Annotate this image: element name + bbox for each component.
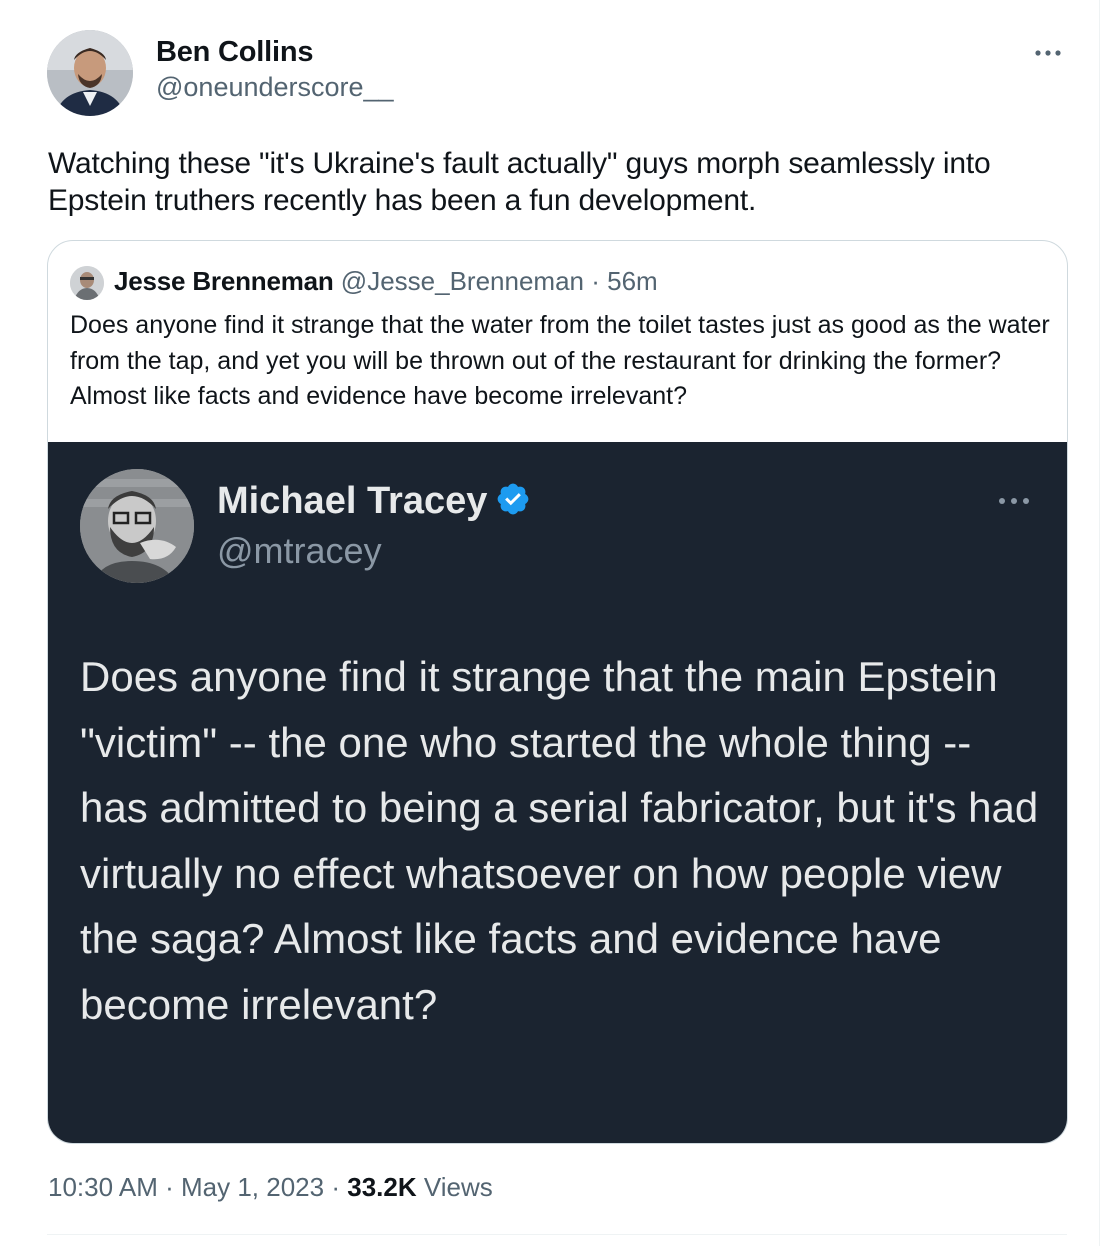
tweet-date[interactable]: May 1, 2023 — [181, 1172, 324, 1202]
screenshot-author-name: Michael Tracey — [217, 480, 531, 523]
author-avatar[interactable] — [47, 30, 133, 116]
quoted-author-handle[interactable]: @Jesse_Brenneman — [341, 266, 584, 296]
meta-separator: · — [165, 1172, 174, 1202]
screenshot-tweet-text: Does anyone find it strange that the mai… — [80, 653, 1039, 1028]
tweet-metadata: 10:30 AM · May 1, 2023 · 33.2K Views — [48, 1172, 493, 1203]
column-divider — [1099, 0, 1100, 1246]
author-handle[interactable]: @oneunderscore__ — [156, 72, 394, 103]
screenshot-author-avatar — [80, 469, 194, 583]
views-count[interactable]: 33.2K — [347, 1172, 416, 1202]
divider — [47, 1234, 1067, 1235]
tweet-text: Watching these "it's Ukraine's fault act… — [48, 147, 991, 217]
quoted-separator: · — [591, 266, 600, 296]
embedded-screenshot-image[interactable]: Michael Tracey @mtracey Does anyone find… — [48, 442, 1067, 1143]
quoted-author-avatar[interactable] — [70, 266, 104, 300]
screenshot-author-name-text: Michael Tracey — [217, 480, 488, 522]
tweet-page: Ben Collins @oneunderscore__ Watching th… — [0, 0, 1114, 1246]
more-options-button[interactable] — [1026, 38, 1070, 68]
author-name[interactable]: Ben Collins — [156, 36, 314, 69]
views-label[interactable]: Views — [424, 1172, 493, 1202]
quoted-tweet-card[interactable]: Jesse Brenneman @Jesse_Brenneman · 56m D… — [47, 240, 1068, 1144]
quoted-timestamp[interactable]: 56m — [607, 266, 658, 296]
meta-separator: · — [331, 1172, 340, 1202]
screenshot-more-icon — [992, 490, 1036, 512]
quoted-tweet-text: Does anyone find it strange that the wat… — [70, 311, 1050, 410]
more-horizontal-icon — [1035, 50, 1061, 56]
quoted-author-name[interactable]: Jesse Brenneman — [114, 266, 334, 296]
quoted-tweet-header: Jesse Brenneman @Jesse_Brenneman · 56m — [114, 265, 658, 297]
verified-badge-icon — [498, 483, 529, 515]
tweet-time[interactable]: 10:30 AM — [48, 1172, 158, 1202]
screenshot-author-handle: @mtracey — [217, 530, 382, 571]
